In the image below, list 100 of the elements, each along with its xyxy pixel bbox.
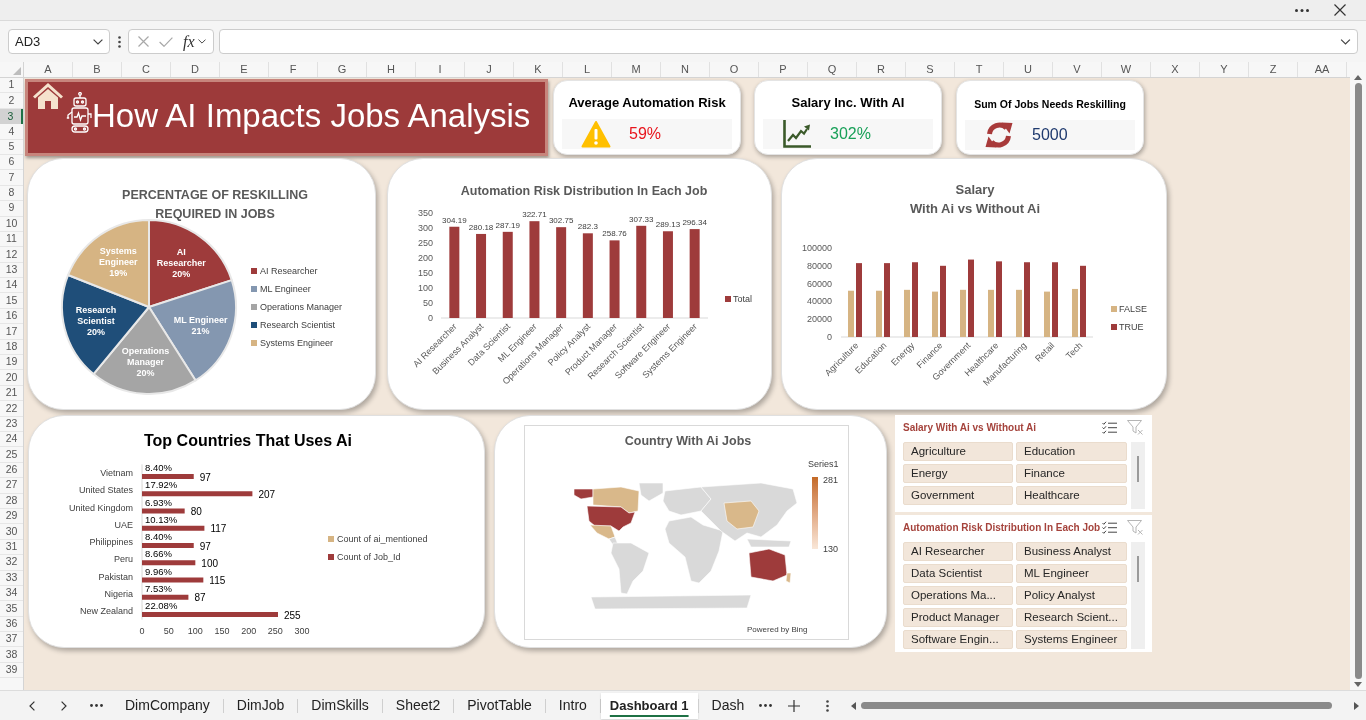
formula-input[interactable] xyxy=(219,29,1358,54)
chevron-down-icon[interactable] xyxy=(1340,38,1351,45)
column-header[interactable]: U xyxy=(1004,62,1053,77)
slicer-item[interactable]: ML Engineer xyxy=(1016,564,1127,583)
row-header[interactable]: 29 xyxy=(0,508,23,525)
slicer-item[interactable]: Research Scient... xyxy=(1016,608,1127,627)
row-header[interactable]: 6 xyxy=(0,154,23,171)
insert-function-button[interactable]: fx xyxy=(183,32,195,51)
column-header[interactable]: G xyxy=(318,62,367,77)
column-header[interactable]: E xyxy=(220,62,269,77)
column-header[interactable]: K xyxy=(514,62,563,77)
more-icon[interactable] xyxy=(759,704,773,707)
row-header[interactable]: 15 xyxy=(0,293,23,309)
column-header[interactable]: N xyxy=(661,62,710,77)
column-header[interactable]: AA xyxy=(1298,62,1347,77)
sheet-tab[interactable]: PivotTable xyxy=(454,692,545,719)
column-header[interactable]: T xyxy=(955,62,1004,77)
row-header[interactable]: 23 xyxy=(0,416,23,432)
column-header[interactable]: V xyxy=(1053,62,1102,77)
add-sheet-icon[interactable] xyxy=(788,699,801,712)
chevron-right-icon[interactable] xyxy=(61,700,67,711)
column-header[interactable]: F xyxy=(269,62,318,77)
scroll-down-icon[interactable] xyxy=(1354,682,1362,687)
row-header[interactable]: 5 xyxy=(0,139,23,155)
scrollbar-thumb[interactable] xyxy=(1137,456,1139,482)
column-header[interactable]: W xyxy=(1102,62,1151,77)
column-header[interactable]: S xyxy=(906,62,955,77)
vertical-dots-icon[interactable] xyxy=(826,699,830,712)
row-header[interactable]: 7 xyxy=(0,170,23,186)
more-icon[interactable] xyxy=(1295,8,1309,12)
sheet-tab[interactable]: Dash xyxy=(698,692,758,719)
column-header[interactable]: O xyxy=(710,62,759,77)
row-header[interactable]: 4 xyxy=(0,124,23,140)
column-header[interactable]: B xyxy=(73,62,122,77)
sheet-tab[interactable]: Sheet2 xyxy=(382,692,454,719)
slicer-item[interactable]: Government xyxy=(903,486,1013,505)
slicer-item[interactable]: Finance xyxy=(1016,464,1127,483)
column-header[interactable]: Y xyxy=(1200,62,1249,77)
slicer-item[interactable]: Healthcare xyxy=(1016,486,1127,505)
row-header[interactable]: 31 xyxy=(0,539,23,556)
column-header[interactable]: X xyxy=(1151,62,1200,77)
row-header[interactable]: 24 xyxy=(0,432,23,448)
row-header[interactable]: 34 xyxy=(0,585,23,602)
row-header[interactable]: 38 xyxy=(0,647,23,663)
row-header[interactable]: 9 xyxy=(0,201,23,217)
row-header[interactable]: 33 xyxy=(0,570,23,586)
row-header[interactable]: 30 xyxy=(0,524,23,540)
row-header[interactable]: 10 xyxy=(0,216,23,232)
column-header[interactable]: J xyxy=(465,62,514,77)
slicer-item[interactable]: Product Manager xyxy=(903,608,1013,627)
scroll-right-icon[interactable] xyxy=(1354,701,1360,710)
column-header[interactable]: D xyxy=(171,62,220,77)
row-header[interactable]: 32 xyxy=(0,555,23,571)
scroll-left-icon[interactable] xyxy=(851,701,857,710)
slicer-item[interactable]: Data Scientist xyxy=(903,564,1013,583)
row-header[interactable]: 18 xyxy=(0,339,23,356)
sheet-tab[interactable]: DimSkills xyxy=(298,692,382,719)
row-header[interactable]: 39 xyxy=(0,662,23,679)
scroll-up-icon[interactable] xyxy=(1354,75,1362,80)
column-header[interactable]: C xyxy=(122,62,171,77)
slicer-item[interactable]: Agriculture xyxy=(903,442,1013,461)
row-header[interactable]: 16 xyxy=(0,308,23,325)
row-header[interactable]: 1 xyxy=(0,78,23,94)
home-icon[interactable] xyxy=(32,82,64,110)
row-header[interactable]: 22 xyxy=(0,401,23,417)
row-header[interactable]: 2 xyxy=(0,93,23,109)
check-icon[interactable] xyxy=(159,36,173,47)
slicer-item[interactable]: Business Analyst xyxy=(1016,542,1127,561)
multi-select-icon[interactable] xyxy=(1102,520,1117,534)
chevron-left-icon[interactable] xyxy=(29,700,35,711)
column-header[interactable]: P xyxy=(759,62,808,77)
column-header[interactable]: M xyxy=(612,62,661,77)
column-header[interactable]: Q xyxy=(808,62,857,77)
row-header[interactable]: 21 xyxy=(0,385,23,402)
slicer-item[interactable]: AI Researcher xyxy=(903,542,1013,561)
slicer-item[interactable]: Systems Engineer xyxy=(1016,630,1127,649)
scrollbar-thumb[interactable] xyxy=(1354,83,1362,679)
row-header[interactable]: 26 xyxy=(0,462,23,479)
column-header[interactable]: A xyxy=(24,62,73,77)
row-header[interactable]: 37 xyxy=(0,632,23,648)
sheet-tab[interactable]: DimJob xyxy=(223,692,298,719)
scrollbar-thumb[interactable] xyxy=(861,702,1333,709)
chevron-down-icon[interactable] xyxy=(93,38,103,45)
column-header[interactable]: H xyxy=(367,62,416,77)
slicer-item[interactable]: Software Engin... xyxy=(903,630,1013,649)
chevron-down-icon[interactable] xyxy=(197,39,206,44)
column-header[interactable]: L xyxy=(563,62,612,77)
slicer-item[interactable]: Policy Analyst xyxy=(1016,586,1127,605)
slicer-item[interactable]: Operations Ma... xyxy=(903,586,1013,605)
scrollbar-thumb[interactable] xyxy=(1137,556,1139,582)
close-icon[interactable] xyxy=(1334,4,1346,16)
row-header[interactable]: 20 xyxy=(0,370,23,386)
row-header[interactable]: 14 xyxy=(0,278,23,294)
row-header[interactable]: 27 xyxy=(0,478,23,494)
row-header[interactable]: 35 xyxy=(0,601,23,617)
row-header[interactable]: 25 xyxy=(0,447,23,463)
row-header[interactable]: 36 xyxy=(0,616,23,633)
vertical-dots-icon[interactable] xyxy=(118,35,121,48)
column-header[interactable]: R xyxy=(857,62,906,77)
sheet-tab[interactable]: DimCompany xyxy=(112,692,223,719)
